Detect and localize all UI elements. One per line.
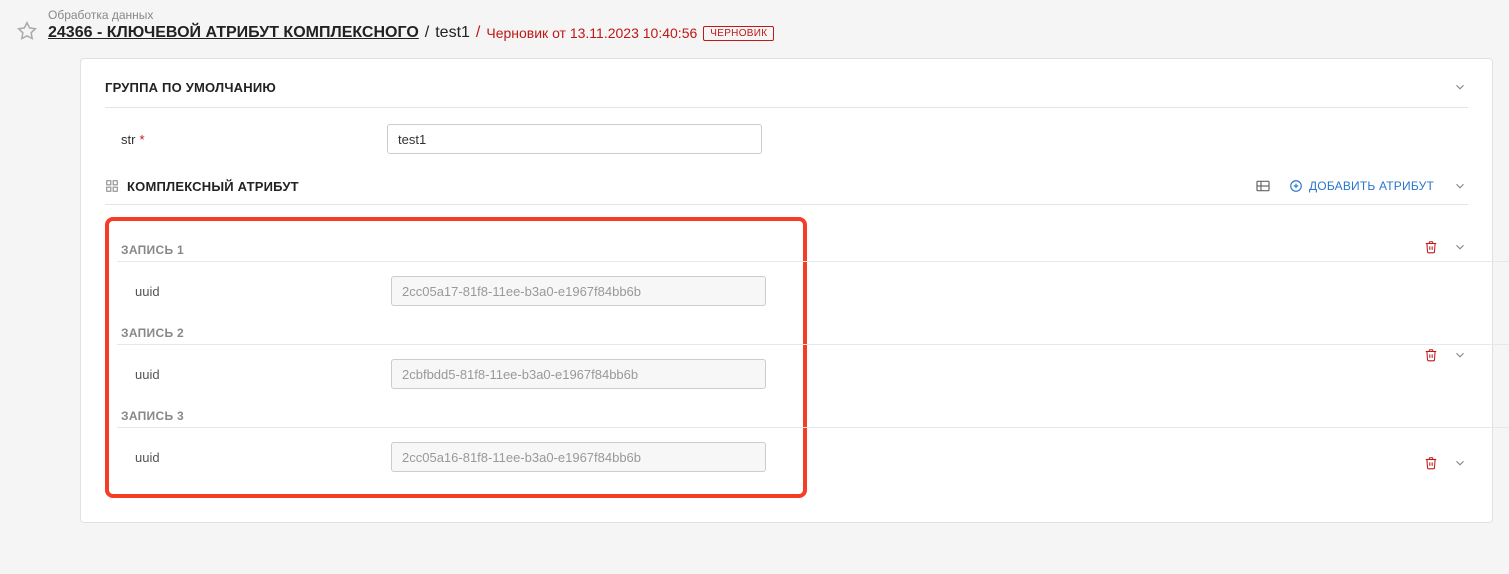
highlight-box: ЗАПИСЬ 1 uuid ЗАПИСЬ 2 uuid xyxy=(105,217,807,498)
record-2: ЗАПИСЬ 2 uuid xyxy=(117,316,795,395)
chevron-down-icon[interactable] xyxy=(1452,239,1468,255)
chevron-down-icon[interactable] xyxy=(1452,178,1468,194)
complex-title: КОМПЛЕКСНЫЙ АТРИБУТ xyxy=(127,179,299,194)
chevron-down-icon[interactable] xyxy=(1452,347,1468,363)
breadcrumb: Обработка данных xyxy=(48,8,1493,22)
complex-icon xyxy=(105,179,119,193)
uuid-label: uuid xyxy=(135,450,375,465)
main-card: ГРУППА ПО УМОЛЧАНИЮ str * КОМПЛЕКСНЫЙ АТ… xyxy=(80,58,1493,523)
title-separator: / xyxy=(476,24,480,42)
uuid-input[interactable] xyxy=(391,276,766,306)
add-attribute-button[interactable]: ДОБАВИТЬ АТРИБУТ xyxy=(1289,179,1434,193)
record-title: ЗАПИСЬ 3 xyxy=(117,409,184,423)
uuid-label: uuid xyxy=(135,284,375,299)
record-1: ЗАПИСЬ 1 uuid xyxy=(117,233,795,312)
title-link[interactable]: 24366 - КЛЮЧЕВОЙ АТРИБУТ КОМПЛЕКСНОГО xyxy=(48,24,419,42)
required-star: * xyxy=(139,132,144,147)
plus-circle-icon xyxy=(1289,179,1303,193)
group-title: ГРУППА ПО УМОЛЧАНИЮ xyxy=(105,80,276,95)
trash-icon[interactable] xyxy=(1424,348,1438,362)
trash-icon[interactable] xyxy=(1424,456,1438,470)
chevron-down-icon[interactable] xyxy=(1452,79,1468,95)
favorite-star-icon[interactable] xyxy=(16,20,38,42)
record-3: ЗАПИСЬ 3 uuid xyxy=(117,399,795,478)
table-view-icon[interactable] xyxy=(1255,178,1271,194)
draft-timestamp: Черновик от 13.11.2023 10:40:56 xyxy=(486,25,697,41)
page-title: 24366 - КЛЮЧЕВОЙ АТРИБУТ КОМПЛЕКСНОГО / … xyxy=(48,24,1493,42)
record-title: ЗАПИСЬ 1 xyxy=(117,243,184,257)
trash-icon[interactable] xyxy=(1424,240,1438,254)
uuid-input[interactable] xyxy=(391,442,766,472)
field-label-str: str * xyxy=(121,132,371,147)
uuid-label: uuid xyxy=(135,367,375,382)
title-separator: / xyxy=(425,24,429,42)
draft-badge: ЧЕРНОВИК xyxy=(703,26,774,41)
title-sub: test1 xyxy=(435,24,470,42)
chevron-down-icon[interactable] xyxy=(1452,455,1468,471)
str-input[interactable] xyxy=(387,124,762,154)
uuid-input[interactable] xyxy=(391,359,766,389)
record-title: ЗАПИСЬ 2 xyxy=(117,326,184,340)
